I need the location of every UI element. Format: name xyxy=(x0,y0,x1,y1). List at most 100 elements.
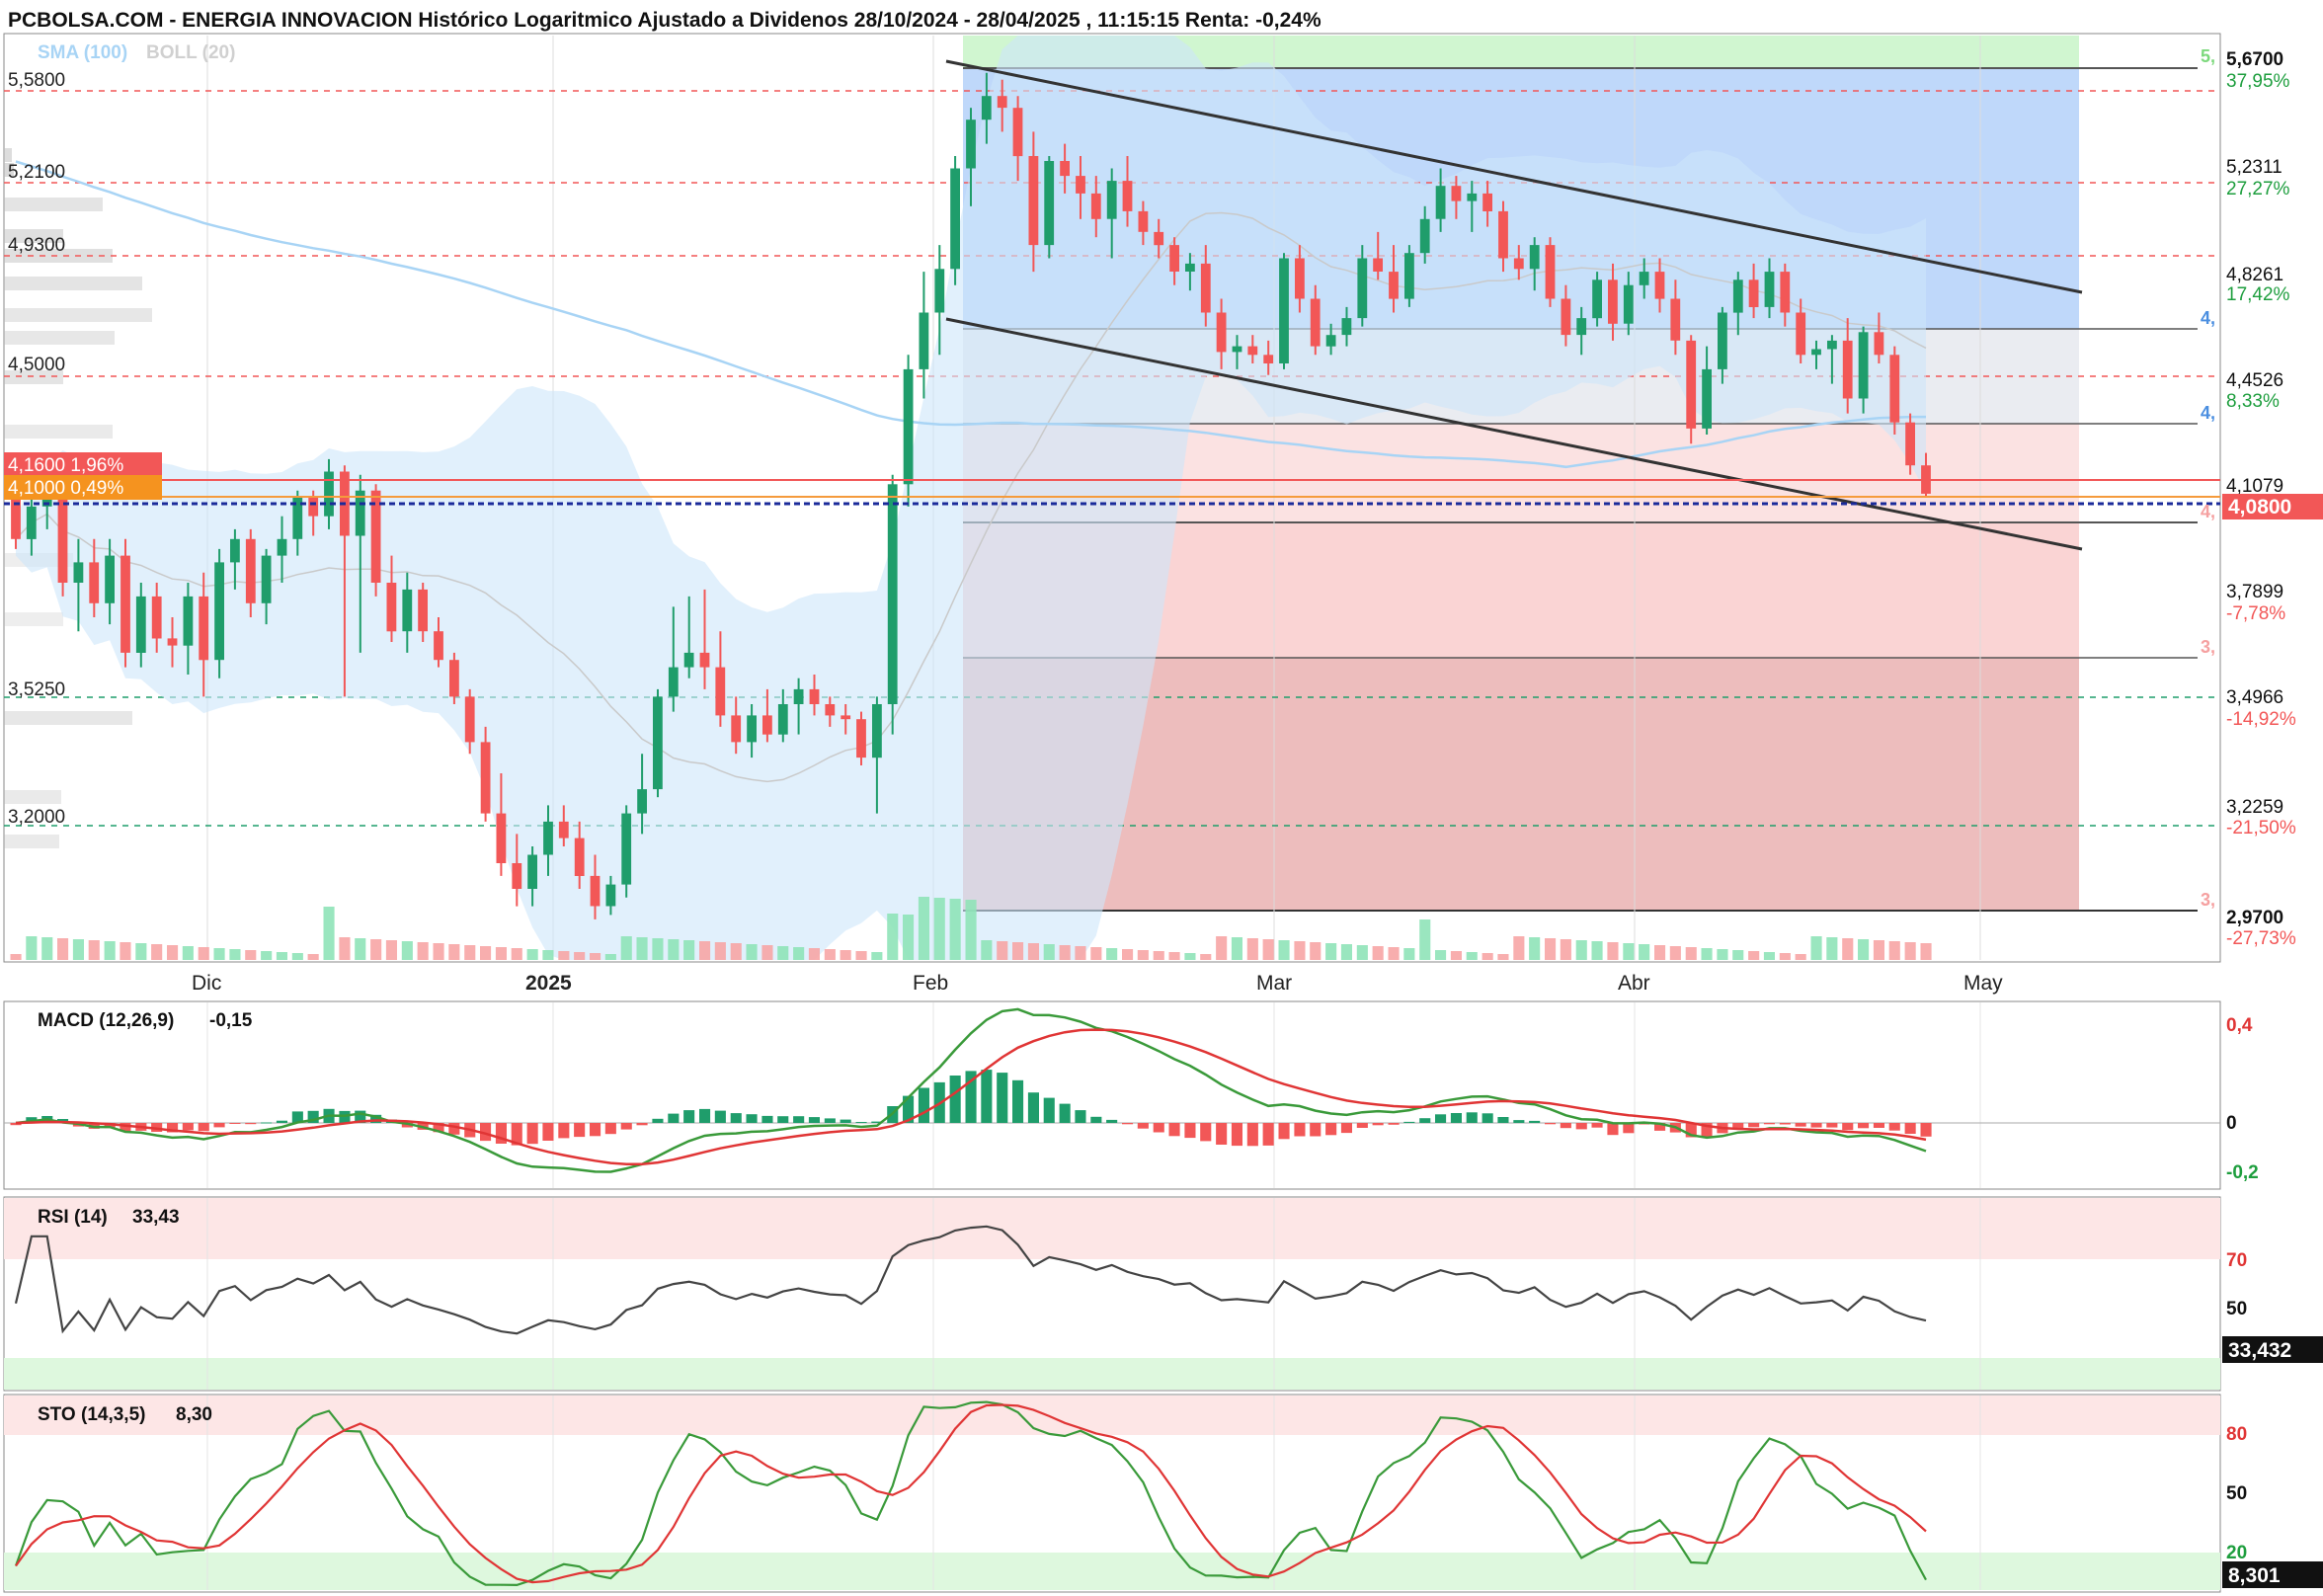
volume-bar xyxy=(72,939,84,960)
rsi-last: 33,432 xyxy=(2228,1339,2291,1362)
candle-body xyxy=(1419,218,1430,254)
volume-bar xyxy=(1717,949,1728,960)
volume-bar xyxy=(620,936,632,960)
percent-tick: -14,92% xyxy=(2226,709,2296,730)
candle-body xyxy=(1435,186,1446,219)
volume-bar xyxy=(1388,947,1400,960)
volume-bar xyxy=(1810,936,1822,960)
candle-body xyxy=(1482,193,1492,211)
macd-histogram-bar xyxy=(1059,1103,1071,1123)
volume-bar xyxy=(526,949,538,960)
macd-histogram-bar xyxy=(636,1123,648,1126)
volume-bar xyxy=(761,945,773,960)
candle-body xyxy=(1780,272,1791,313)
volume-bar xyxy=(1278,940,1290,960)
volume-profile-bar xyxy=(4,148,12,162)
volume-bar xyxy=(1654,945,1666,960)
volume-bar xyxy=(417,942,429,960)
candle-body xyxy=(574,838,585,876)
level-label: 3,5250 xyxy=(8,679,65,700)
percent-tick: -21,50% xyxy=(2226,818,2296,838)
month-label: Mar xyxy=(1256,972,1292,995)
candle-body xyxy=(402,589,413,632)
price-tick: 4,4526 xyxy=(2226,370,2283,391)
boll-legend: BOLL (20) xyxy=(146,42,235,63)
candle-body xyxy=(887,484,898,704)
macd-histogram-bar xyxy=(574,1123,586,1138)
volume-bar xyxy=(1732,950,1744,960)
volume-bar xyxy=(590,953,601,960)
macd-histogram-bar xyxy=(840,1119,851,1123)
volume-bar xyxy=(464,945,476,960)
fib-label: 3, xyxy=(2201,637,2215,657)
candle-body xyxy=(1796,312,1806,356)
sto-label: STO (14,3,5) xyxy=(38,1404,145,1425)
candle-body xyxy=(1764,272,1775,307)
price-tick: 4,8261 xyxy=(2226,265,2283,285)
volume-bar xyxy=(1888,941,1900,960)
volume-bar xyxy=(291,953,303,960)
macd-histogram-bar xyxy=(1200,1123,1212,1142)
price-tick: 5,6700 xyxy=(2226,49,2283,70)
candle-body xyxy=(919,312,929,369)
volume-bar xyxy=(245,950,257,960)
macd-histogram-bar xyxy=(1591,1123,1603,1128)
volume-bar xyxy=(824,949,836,960)
price-tick: 2,9700 xyxy=(2226,908,2283,928)
candle-body xyxy=(480,742,491,814)
candle-body xyxy=(981,96,992,120)
volume-bar xyxy=(1623,943,1635,960)
volume-bar xyxy=(1639,944,1650,960)
volume-bar xyxy=(323,907,335,960)
volume-bar xyxy=(41,937,53,960)
price-tick: 3,7899 xyxy=(2226,582,2283,602)
candle-body xyxy=(1154,231,1164,246)
candle-body xyxy=(1592,279,1602,319)
volume-bar xyxy=(636,937,648,960)
macd-histogram-bar xyxy=(1294,1123,1306,1137)
year-label: 2025 xyxy=(525,972,572,995)
volume-profile-bar xyxy=(4,711,132,725)
candle-body xyxy=(1545,245,1556,299)
macd-tick: 0 xyxy=(2226,1113,2237,1134)
candle-body xyxy=(683,652,694,668)
candle-body xyxy=(699,652,710,668)
macd-histogram-bar xyxy=(1904,1123,1916,1134)
volume-bar xyxy=(261,951,273,960)
candle-body xyxy=(1404,253,1414,299)
macd-histogram-bar xyxy=(808,1117,820,1123)
macd-histogram-bar xyxy=(1810,1123,1822,1128)
volume-bar xyxy=(1904,942,1916,960)
candle-body xyxy=(762,715,772,735)
volume-bar xyxy=(1372,946,1384,960)
sma-legend: SMA (100) xyxy=(38,42,127,63)
macd-label: MACD (12,26,9) xyxy=(38,1010,174,1031)
stochastic-panel: STO (14,3,5) 8,30 80 50 20 8,301 xyxy=(3,1394,2323,1593)
volume-bar xyxy=(871,952,883,960)
sto-value: 8,30 xyxy=(176,1404,212,1425)
candle-body xyxy=(1216,312,1227,353)
macd-histogram-bar xyxy=(1310,1123,1322,1137)
fib-label: 4, xyxy=(2201,403,2215,423)
macd-histogram-bar xyxy=(1450,1113,1462,1123)
macd-histogram-bar xyxy=(1168,1123,1180,1137)
volume-bar xyxy=(1059,945,1071,960)
candle-body xyxy=(1561,298,1571,336)
candle-body xyxy=(653,696,663,790)
macd-histogram-bar xyxy=(558,1123,570,1139)
candle-body xyxy=(1169,245,1179,272)
macd-histogram-bar xyxy=(1575,1123,1587,1130)
candle-body xyxy=(1138,210,1149,232)
volume-bar xyxy=(746,944,758,960)
candle-body xyxy=(527,854,537,889)
volume-bar xyxy=(1858,939,1870,960)
percent-tick: -7,78% xyxy=(2226,603,2285,624)
volume-bar xyxy=(574,952,586,960)
volume-bar xyxy=(1466,952,1478,960)
candle-body xyxy=(934,269,945,313)
volume-bar xyxy=(808,948,820,960)
volume-profile-bar xyxy=(4,198,103,211)
volume-bar xyxy=(793,947,805,960)
volume-profile-bar xyxy=(4,277,142,290)
rsi-label: RSI (14) xyxy=(38,1207,108,1228)
